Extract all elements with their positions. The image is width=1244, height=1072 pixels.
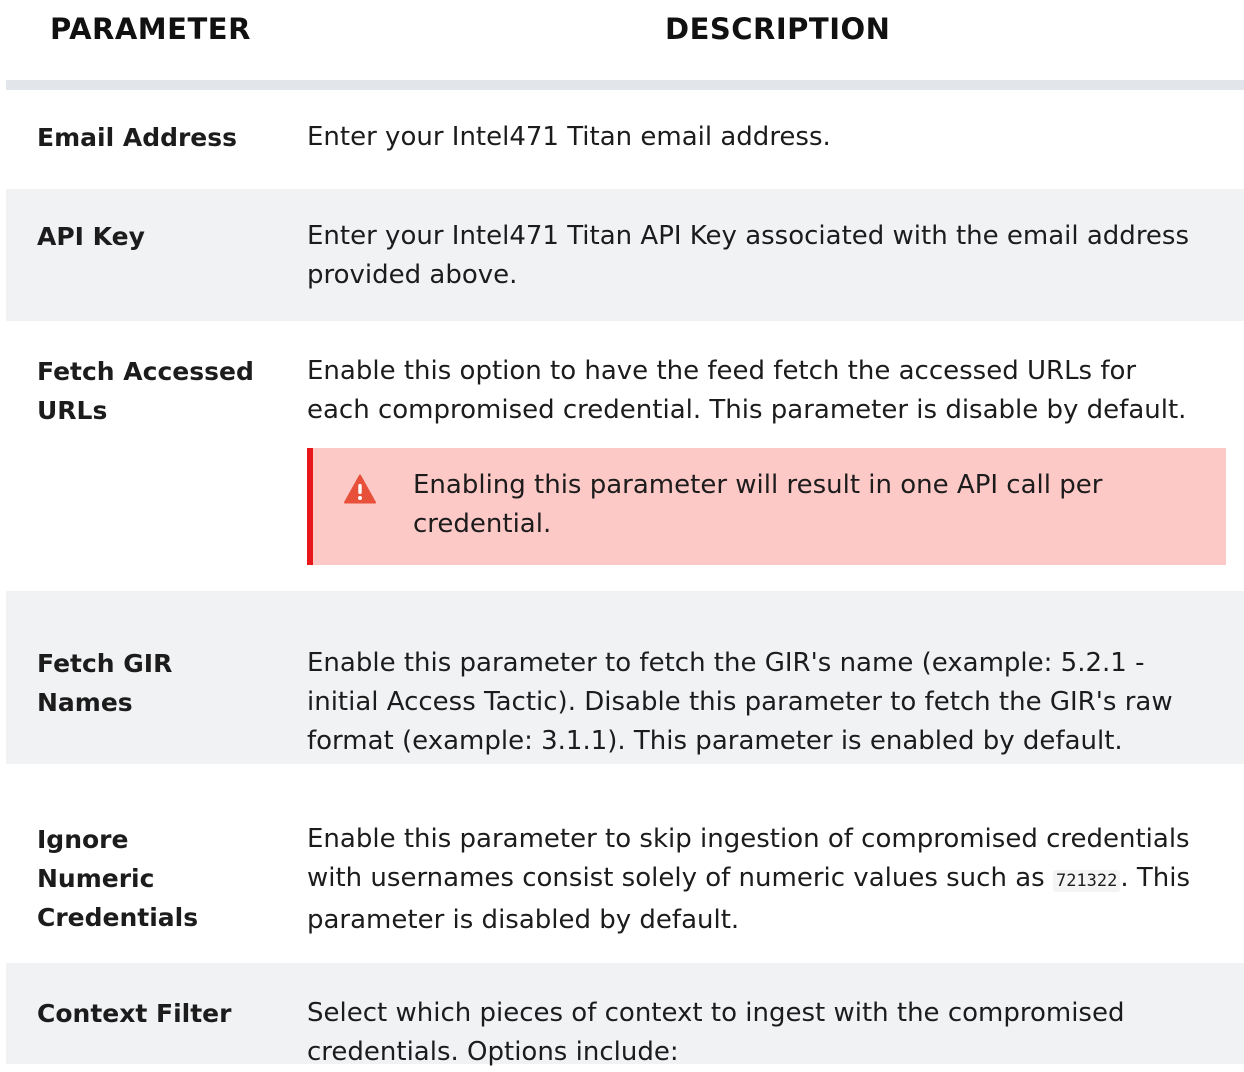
parameter-description: Enter your Intel471 Titan email address. (307, 122, 831, 152)
table-row-email-address: Email Address Enter your Intel471 Titan … (6, 90, 1244, 189)
parameter-description: Enable this parameter to fetch the GIR's… (307, 648, 1173, 756)
parameter-name: API Key (37, 222, 145, 251)
parameter-description: Enter your Intel471 Titan API Key associ… (307, 221, 1190, 290)
table-row-ignore-numeric-credentials: Ignore Numeric Credentials Enable this p… (6, 764, 1244, 963)
parameter-name: Fetch GIR Names (37, 649, 173, 717)
parameter-description: Enable this option to have the feed fetc… (307, 356, 1187, 425)
table-header: PARAMETER DESCRIPTION (0, 0, 1244, 80)
example-code: 721322 (1052, 870, 1121, 892)
parameters-table: PARAMETER DESCRIPTION Email Address Ente… (0, 0, 1244, 1067)
parameter-name: Email Address (37, 123, 238, 152)
parameter-description: Select which pieces of context to ingest… (307, 998, 1125, 1067)
header-parameter: PARAMETER (50, 12, 251, 46)
table-row-fetch-gir-names: Fetch GIR Names Enable this parameter to… (6, 591, 1244, 764)
parameter-name: Context Filter (37, 999, 232, 1028)
table-row-fetch-accessed-urls: Fetch Accessed URLs Enable this option t… (6, 321, 1244, 591)
header-divider (6, 80, 1244, 90)
warning-triangle-icon (344, 474, 376, 504)
warning-text: Enabling this parameter will result in o… (413, 470, 1103, 539)
parameter-description: Enable this parameter to skip ingestion … (307, 820, 1197, 940)
table-row-api-key: API Key Enter your Intel471 Titan API Ke… (6, 189, 1244, 321)
parameter-name: Fetch Accessed URLs (37, 357, 254, 425)
warning-callout: Enabling this parameter will result in o… (307, 448, 1226, 565)
header-description: DESCRIPTION (665, 12, 891, 46)
parameter-name: Ignore Numeric Credentials (37, 825, 199, 932)
table-row-context-filter: Context Filter Select which pieces of co… (6, 963, 1244, 1067)
